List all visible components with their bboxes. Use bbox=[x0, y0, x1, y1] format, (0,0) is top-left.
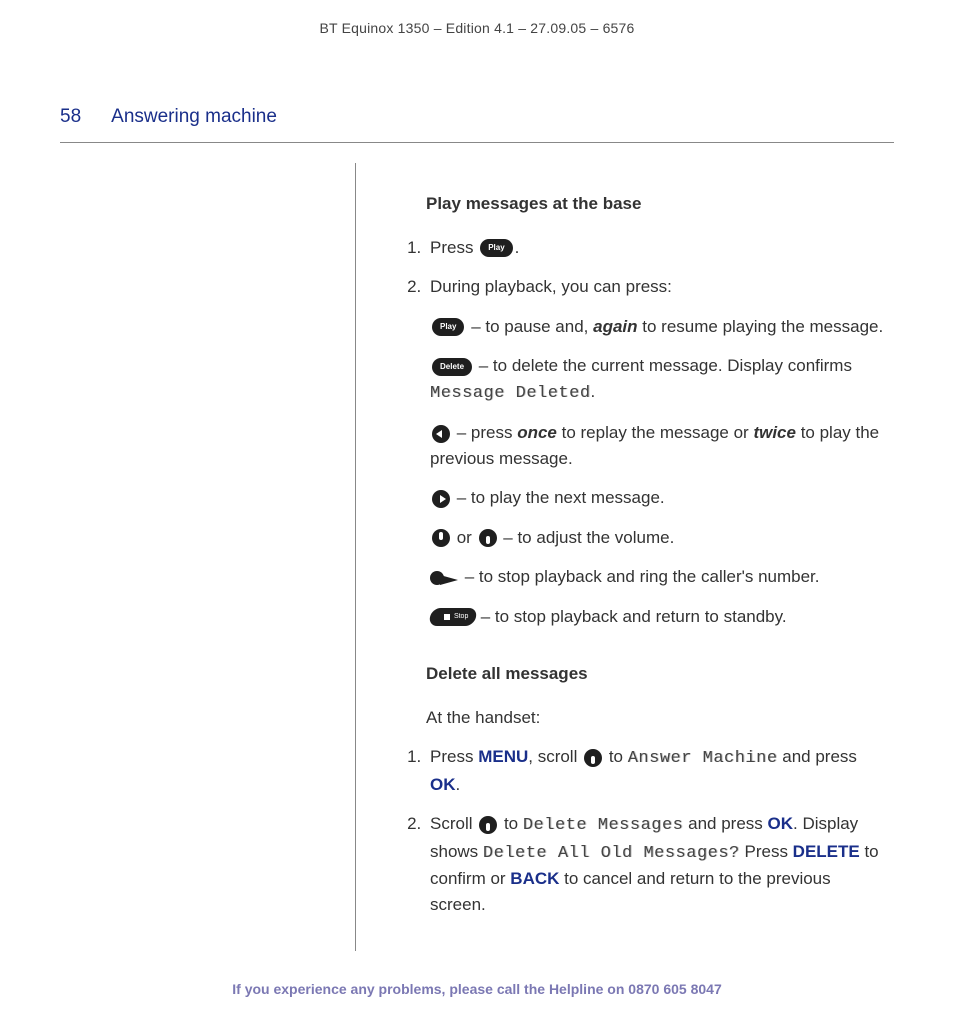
text: to resume playing the message. bbox=[638, 317, 884, 336]
text: – to play the next message. bbox=[452, 488, 665, 507]
subheading-play: Play messages at the base bbox=[426, 191, 884, 217]
subheading-delete: Delete all messages bbox=[426, 661, 884, 687]
play-button-icon: Play bbox=[480, 239, 512, 257]
text: and press bbox=[778, 747, 857, 766]
delete-button-icon: Delete bbox=[432, 358, 472, 376]
text: Press bbox=[740, 842, 793, 861]
page-number: 58 bbox=[60, 106, 81, 128]
section-title: Answering machine bbox=[111, 106, 277, 128]
text: During playback, you can press: bbox=[430, 277, 672, 296]
helpline-footer: If you experience any problems, please c… bbox=[60, 981, 894, 997]
text: – to adjust the volume. bbox=[499, 528, 675, 547]
ok-key: OK bbox=[430, 775, 456, 794]
playback-options: Play – to pause and, again to resume pla… bbox=[430, 314, 884, 630]
stop-icon: Stop bbox=[428, 608, 478, 626]
divider bbox=[60, 142, 894, 143]
playback-option: – to stop playback and ring the caller's… bbox=[430, 564, 884, 590]
playback-option: – to play the next message. bbox=[430, 485, 884, 511]
display-text: Answer Machine bbox=[628, 749, 778, 768]
playback-option: – press once to replay the message or tw… bbox=[430, 420, 884, 471]
text: . bbox=[515, 238, 520, 257]
scroll-down-icon bbox=[584, 749, 602, 767]
helpline-number: 0870 605 8047 bbox=[628, 981, 721, 997]
playback-option: or – to adjust the volume. bbox=[430, 525, 884, 551]
ok-key: OK bbox=[768, 814, 794, 833]
text: – to stop playback and ring the caller's… bbox=[460, 567, 820, 586]
text: . bbox=[591, 382, 596, 401]
play-step-2: During playback, you can press: Play – t… bbox=[426, 274, 884, 629]
display-text: Delete All Old Messages? bbox=[483, 844, 740, 863]
delete-step-1: Press MENU, scroll to Answer Machine and… bbox=[426, 744, 884, 797]
volume-up-icon bbox=[432, 529, 450, 547]
delete-steps-list: Press MENU, scroll to Answer Machine and… bbox=[396, 744, 884, 917]
display-text: Message Deleted bbox=[430, 384, 591, 403]
text: or bbox=[452, 528, 477, 547]
emphasis: once bbox=[517, 423, 557, 442]
play-step-1: Press Play. bbox=[426, 235, 884, 261]
scroll-down-icon bbox=[479, 816, 497, 834]
delete-step-2: Scroll to Delete Messages and press OK. … bbox=[426, 811, 884, 917]
text: Press bbox=[430, 747, 478, 766]
dial-icon bbox=[430, 569, 460, 587]
text: Press bbox=[430, 238, 478, 257]
text: and press bbox=[683, 814, 767, 833]
text: – to pause and, bbox=[466, 317, 593, 336]
next-icon bbox=[432, 490, 450, 508]
playback-option: Stop – to stop playback and return to st… bbox=[430, 604, 884, 630]
back-key: BACK bbox=[510, 869, 559, 888]
footer-text: If you experience any problems, please c… bbox=[232, 981, 628, 997]
content-columns: Play messages at the base Press Play. Du… bbox=[60, 163, 894, 951]
title-row: 58 Answering machine bbox=[60, 106, 894, 128]
document-header: BT Equinox 1350 – Edition 4.1 – 27.09.05… bbox=[60, 20, 894, 36]
emphasis: twice bbox=[753, 423, 796, 442]
text: – to stop playback and return to standby… bbox=[476, 607, 787, 626]
delete-key: DELETE bbox=[793, 842, 860, 861]
left-column bbox=[60, 163, 356, 951]
text: to bbox=[604, 747, 628, 766]
document-page: BT Equinox 1350 – Edition 4.1 – 27.09.05… bbox=[0, 0, 954, 1025]
text: , scroll bbox=[528, 747, 582, 766]
emphasis: again bbox=[593, 317, 637, 336]
play-steps-list: Press Play. During playback, you can pre… bbox=[396, 235, 884, 630]
intro-text: At the handset: bbox=[426, 705, 884, 731]
prev-icon bbox=[432, 425, 450, 443]
playback-option: Delete – to delete the current message. … bbox=[430, 353, 884, 406]
play-button-icon: Play bbox=[432, 318, 464, 336]
text: to replay the message or bbox=[557, 423, 754, 442]
text: . bbox=[456, 775, 461, 794]
right-column: Play messages at the base Press Play. Du… bbox=[356, 163, 894, 951]
text: Scroll bbox=[430, 814, 477, 833]
display-text: Delete Messages bbox=[523, 816, 684, 835]
text: to bbox=[499, 814, 523, 833]
playback-option: Play – to pause and, again to resume pla… bbox=[430, 314, 884, 340]
text: – to delete the current message. Display… bbox=[474, 356, 852, 375]
volume-down-icon bbox=[479, 529, 497, 547]
menu-key: MENU bbox=[478, 747, 528, 766]
text: – press bbox=[452, 423, 517, 442]
